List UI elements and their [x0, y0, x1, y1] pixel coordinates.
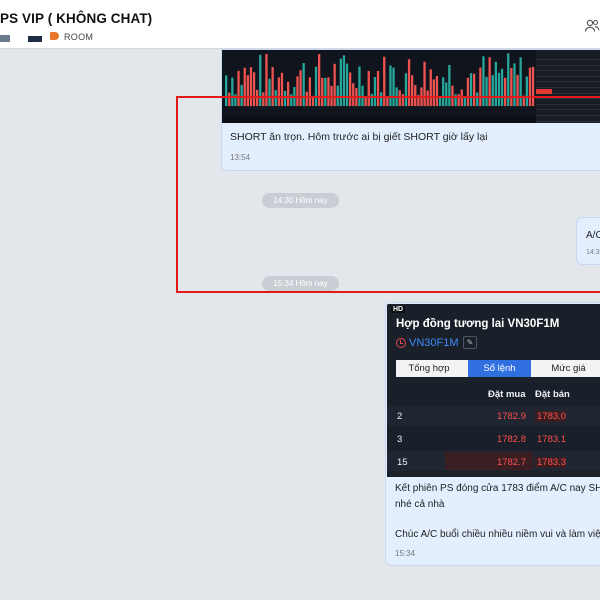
symbol-label: VN30F1M: [409, 337, 459, 349]
message-text: nhé cả nhà: [395, 499, 445, 510]
row-bid: 1782.8: [496, 434, 526, 445]
blurred-avatar: [28, 36, 42, 42]
tab-muc-gia: Mức giá: [551, 363, 586, 374]
highlight-frame: [176, 96, 600, 293]
row-qty: 2: [397, 411, 403, 422]
blurred-avatar: [0, 35, 10, 42]
price-marker: [536, 89, 552, 94]
row-qty: 3: [397, 434, 403, 445]
row-bid: 1782.7: [496, 457, 526, 468]
members-icon[interactable]: [584, 18, 600, 34]
message-text: Chúc A/C buổi chiều nhiều niềm vui và là…: [395, 529, 600, 540]
row-ask: 1783.3: [535, 457, 567, 468]
card-tabs: Tổng hợp Sổ lệnh Mức giá: [396, 360, 600, 377]
row-qty: 15: [397, 457, 408, 468]
message-text: Kết phiên PS đóng cửa 1783 điểm A/C nay …: [395, 483, 600, 494]
hd-badge: HD: [391, 306, 406, 313]
tag-icon: [50, 32, 59, 40]
row-bid: 1782.9: [496, 411, 526, 422]
col-bid-header: Đặt mua: [488, 389, 526, 400]
futures-card-screenshot[interactable]: HD Hợp đồng tương lai VN30F1M VN30F1M ✎ …: [387, 304, 600, 477]
tab-tong-hop: Tổng hợp: [408, 363, 450, 374]
row-ask: 1783.1: [537, 434, 567, 445]
card-title: Hợp đồng tương lai VN30F1M: [396, 318, 560, 330]
row-ask: 1783.0: [535, 411, 567, 422]
message-time: 15:34: [395, 549, 416, 558]
message-bubble[interactable]: HD Hợp đồng tương lai VN30F1M VN30F1M ✎ …: [385, 302, 600, 566]
pencil-icon: ✎: [463, 336, 477, 349]
clock-icon: [396, 338, 406, 348]
group-title[interactable]: PS VIP ( KHÔNG CHAT): [0, 11, 152, 26]
col-ask-header: Đặt bán: [535, 389, 570, 400]
tab-so-lenh: Sổ lệnh: [468, 360, 531, 377]
chat-header: PS VIP ( KHÔNG CHAT) ROOM: [0, 0, 600, 49]
room-label: ROOM: [64, 32, 94, 42]
